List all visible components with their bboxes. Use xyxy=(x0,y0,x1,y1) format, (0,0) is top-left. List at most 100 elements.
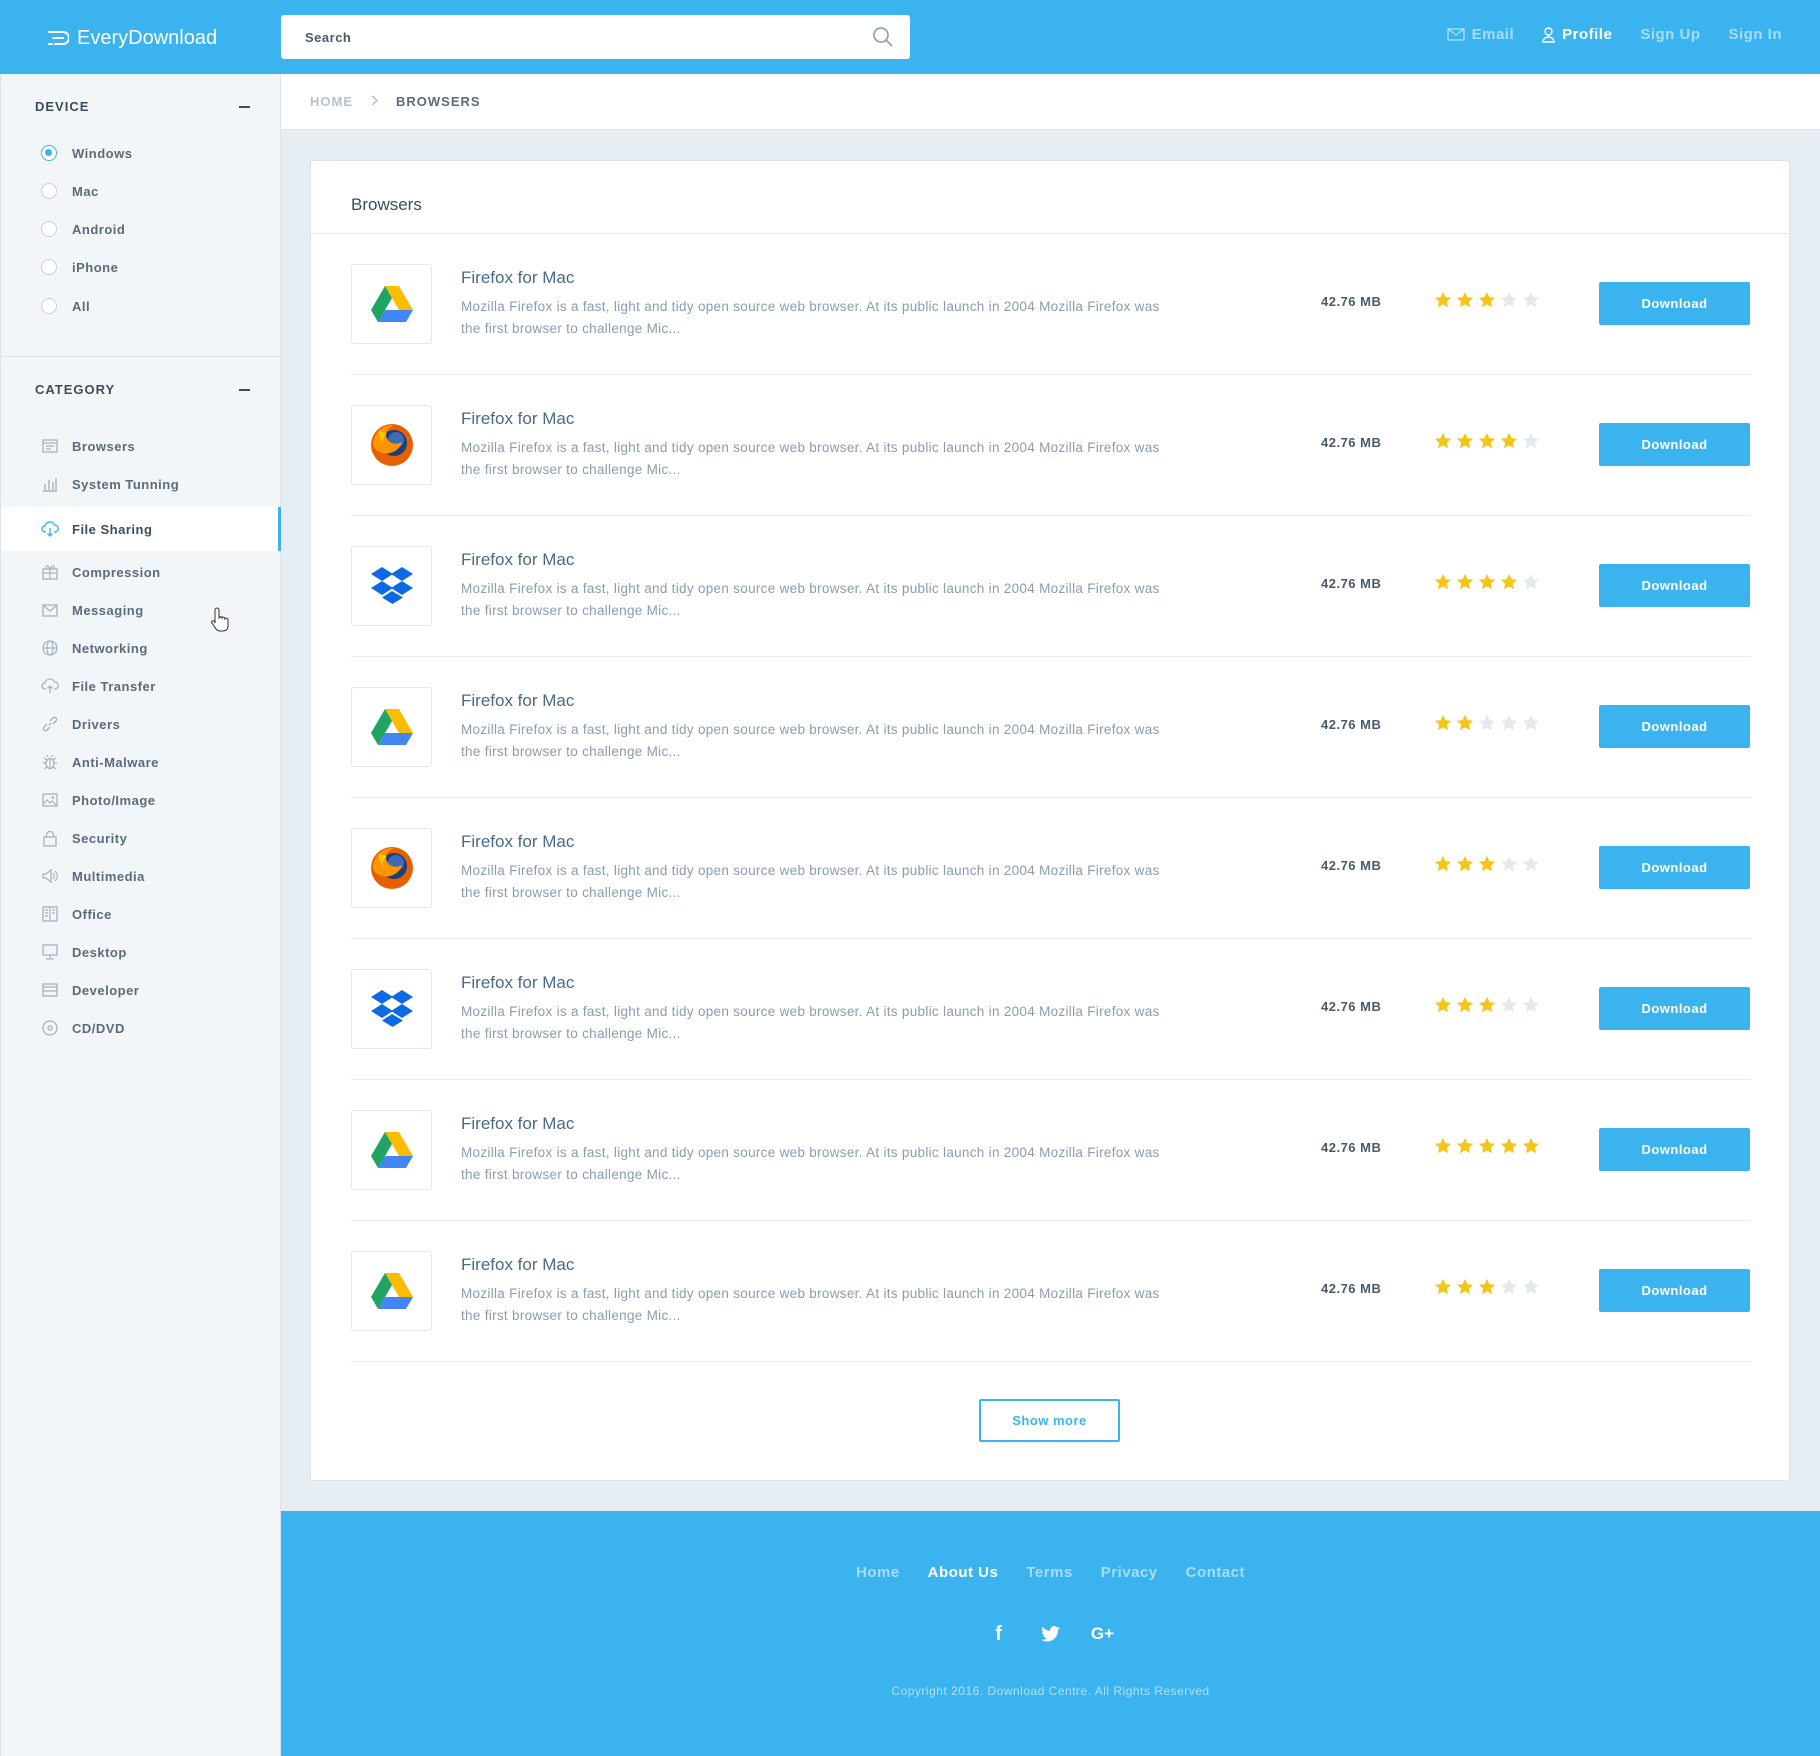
search-input[interactable] xyxy=(281,15,841,59)
device-option-mac[interactable]: Mac xyxy=(41,183,99,199)
sidebar-item-browsers[interactable]: Browsers xyxy=(1,427,281,465)
dropbox-icon[interactable] xyxy=(351,546,432,626)
app-name[interactable]: Firefox for Mac xyxy=(461,1114,574,1134)
radio-button[interactable] xyxy=(41,183,57,199)
google-drive-icon[interactable] xyxy=(351,687,432,767)
device-section-header[interactable]: DEVICE xyxy=(35,99,250,114)
sidebar-item-anti-malware[interactable]: Anti-Malware xyxy=(1,743,281,781)
download-button[interactable]: Download xyxy=(1599,564,1750,607)
star-empty-icon xyxy=(1500,855,1518,873)
sidebar-item-compression[interactable]: Compression xyxy=(1,553,281,591)
sidebar-item-security[interactable]: Security xyxy=(1,819,281,857)
sidebar-item-multimedia[interactable]: Multimedia xyxy=(1,857,281,895)
download-button[interactable]: Download xyxy=(1599,987,1750,1030)
star-filled-icon xyxy=(1434,573,1452,591)
nav-label: Sign Up xyxy=(1640,26,1701,43)
app-name[interactable]: Firefox for Mac xyxy=(461,409,574,429)
collapse-icon[interactable] xyxy=(239,105,250,108)
chevron-right-icon xyxy=(371,94,379,109)
sidebar-item-cd-dvd[interactable]: CD/DVD xyxy=(1,1009,281,1047)
device-option-all[interactable]: All xyxy=(41,298,90,314)
radio-button[interactable] xyxy=(41,298,57,314)
device-option-label: Windows xyxy=(72,145,133,161)
sidebar-item-messaging[interactable]: Messaging xyxy=(1,591,281,629)
app-name[interactable]: Firefox for Mac xyxy=(461,1255,574,1275)
breadcrumb: HOME BROWSERS xyxy=(310,94,481,109)
download-button[interactable]: Download xyxy=(1599,846,1750,889)
device-option-iphone[interactable]: iPhone xyxy=(41,259,118,275)
app-name[interactable]: Firefox for Mac xyxy=(461,973,574,993)
browser-icon xyxy=(41,437,59,455)
star-filled-icon xyxy=(1478,1278,1496,1296)
social-links: f G+ xyxy=(281,1622,1820,1646)
sidebar-item-file-sharing[interactable]: File Sharing xyxy=(1,507,281,551)
facebook-icon[interactable]: f xyxy=(987,1622,1011,1646)
search-icon[interactable] xyxy=(872,26,894,48)
nav-sign-in[interactable]: Sign In xyxy=(1729,26,1783,43)
download-button[interactable]: Download xyxy=(1599,1128,1750,1171)
download-button[interactable]: Download xyxy=(1599,282,1750,325)
firefox-icon[interactable] xyxy=(351,828,432,908)
logo-icon xyxy=(48,31,69,45)
nav-sign-up[interactable]: Sign Up xyxy=(1640,26,1700,43)
sidebar-item-networking[interactable]: Networking xyxy=(1,629,281,667)
sidebar-item-drivers[interactable]: Drivers xyxy=(1,705,281,743)
footer-link-terms[interactable]: Terms xyxy=(1026,1564,1072,1581)
disc-icon xyxy=(41,1019,59,1037)
google-drive-icon[interactable] xyxy=(351,1251,432,1331)
app-name[interactable]: Firefox for Mac xyxy=(461,550,574,570)
firefox-icon[interactable] xyxy=(351,405,432,485)
google-drive-icon[interactable] xyxy=(351,264,432,344)
radio-button[interactable] xyxy=(41,145,57,161)
app-name[interactable]: Firefox for Mac xyxy=(461,691,574,711)
office-icon xyxy=(41,905,59,923)
radio-button[interactable] xyxy=(41,221,57,237)
cloud-upload-icon xyxy=(41,677,59,695)
breadcrumb-current: BROWSERS xyxy=(396,94,481,109)
list-item: Firefox for Mac Mozilla Firefox is a fast… xyxy=(351,798,1751,939)
radio-button[interactable] xyxy=(41,259,57,275)
footer: Home About Us Terms Privacy Contact f G+ Copy… xyxy=(281,1511,1820,1756)
star-filled-icon xyxy=(1456,714,1474,732)
list-item: Firefox for Mac Mozilla Firefox is a fast… xyxy=(351,1221,1751,1362)
category-section-header[interactable]: CATEGORY xyxy=(35,382,250,397)
download-button[interactable]: Download xyxy=(1599,705,1750,748)
sidebar-item-photo-image[interactable]: Photo/Image xyxy=(1,781,281,819)
sidebar-item-file-transfer[interactable]: File Transfer xyxy=(1,667,281,705)
app-name[interactable]: Firefox for Mac xyxy=(461,832,574,852)
sidebar-item-label: CD/DVD xyxy=(72,1020,125,1036)
monitor-icon xyxy=(41,943,59,961)
google-drive-icon[interactable] xyxy=(351,1110,432,1190)
nav-profile[interactable]: Profile xyxy=(1542,26,1612,43)
star-filled-icon xyxy=(1456,996,1474,1014)
star-filled-icon xyxy=(1434,1137,1452,1155)
sidebar-item-desktop[interactable]: Desktop xyxy=(1,933,281,971)
sidebar-item-label: Office xyxy=(72,906,112,922)
app-name[interactable]: Firefox for Mac xyxy=(461,268,574,288)
app-description: Mozilla Firefox is a fast, light and tid… xyxy=(461,863,1160,900)
device-option-windows[interactable]: Windows xyxy=(41,145,132,161)
footer-link-privacy[interactable]: Privacy xyxy=(1101,1564,1158,1581)
star-filled-icon xyxy=(1456,291,1474,309)
list-item: Firefox for Mac Mozilla Firefox is a fast… xyxy=(351,234,1751,375)
footer-link-about-us[interactable]: About Us xyxy=(928,1564,999,1581)
show-more-button[interactable]: Show more xyxy=(979,1399,1120,1442)
collapse-icon[interactable] xyxy=(239,388,250,391)
file-size: 42.76 MB xyxy=(1321,1281,1382,1296)
device-option-android[interactable]: Android xyxy=(41,221,125,237)
sidebar-item-system-tunning[interactable]: System Tunning xyxy=(1,465,281,503)
speaker-icon xyxy=(41,867,59,885)
footer-link-contact[interactable]: Contact xyxy=(1186,1564,1245,1581)
download-button[interactable]: Download xyxy=(1599,1269,1750,1312)
breadcrumb-home[interactable]: HOME xyxy=(310,94,353,109)
twitter-icon[interactable] xyxy=(1039,1622,1063,1646)
sidebar-item-office[interactable]: Office xyxy=(1,895,281,933)
top-bar: EveryDownload Email Profile Sign Up Sign In xyxy=(0,0,1820,74)
brand-logo[interactable]: EveryDownload xyxy=(47,25,217,51)
download-button[interactable]: Download xyxy=(1599,423,1750,466)
sidebar-item-developer[interactable]: Developer xyxy=(1,971,281,1009)
footer-link-home[interactable]: Home xyxy=(856,1564,900,1581)
nav-email[interactable]: Email xyxy=(1446,26,1515,43)
dropbox-icon[interactable] xyxy=(351,969,432,1049)
google-plus-icon[interactable]: G+ xyxy=(1091,1622,1115,1646)
